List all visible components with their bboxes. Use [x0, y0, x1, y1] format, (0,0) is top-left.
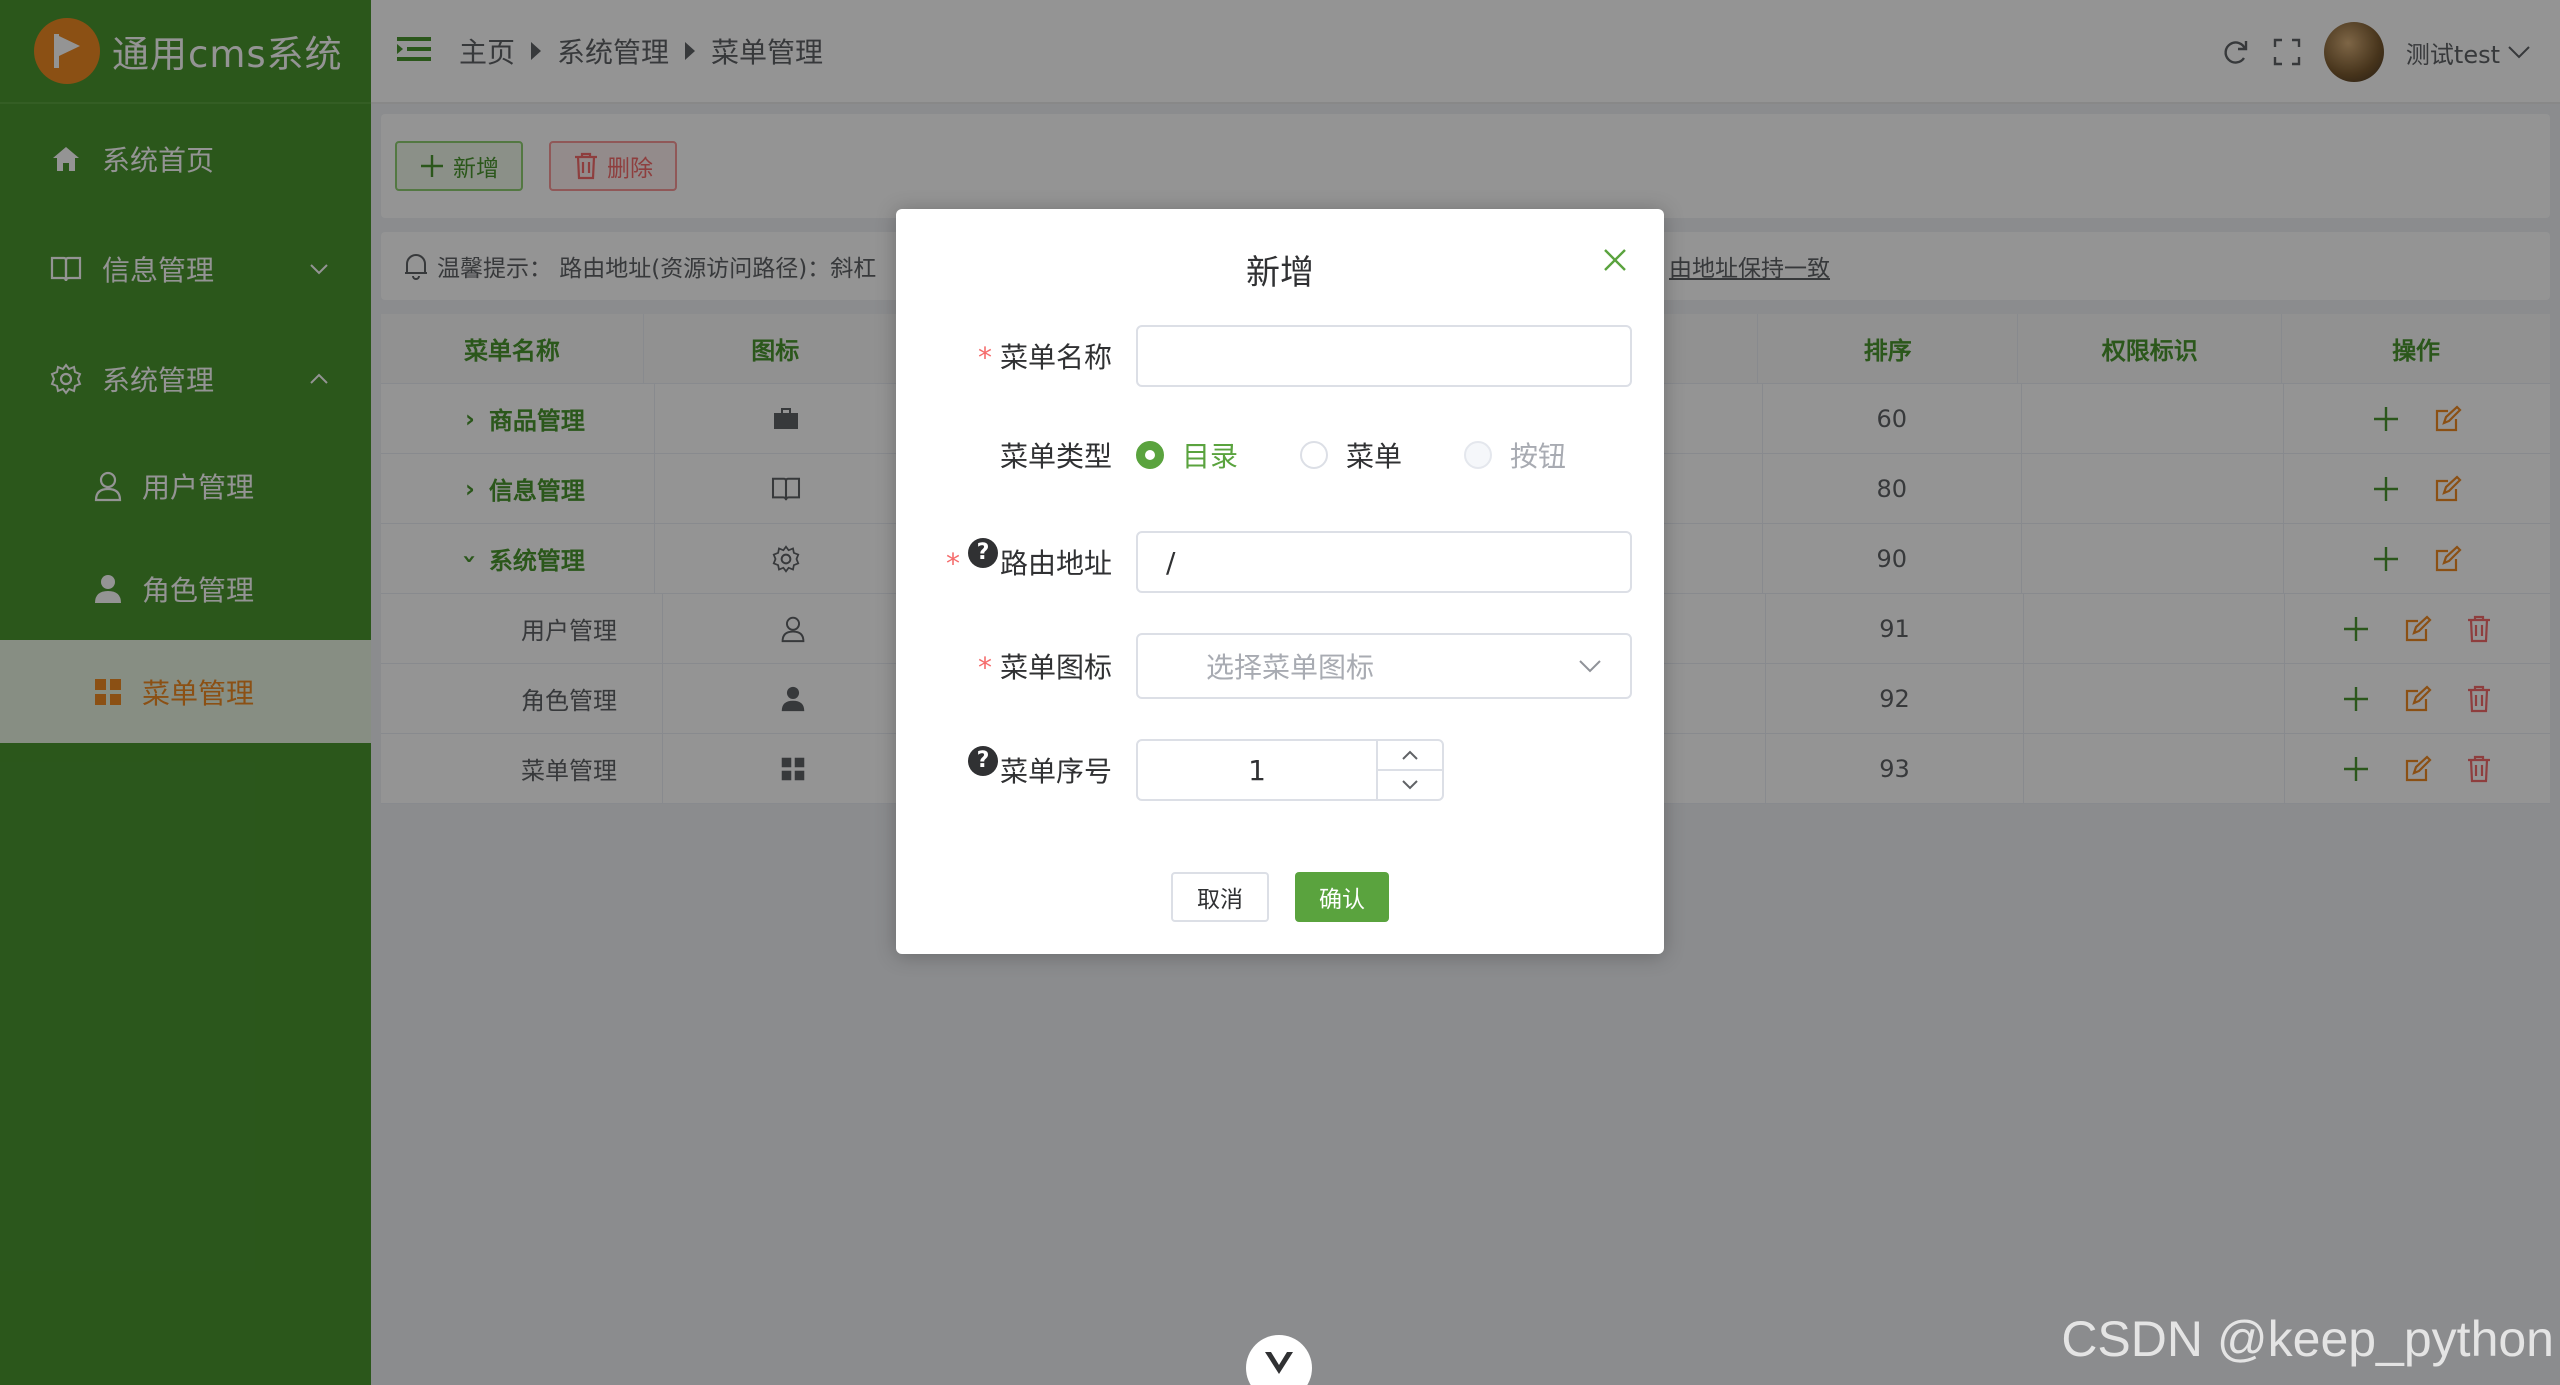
watermark: CSDN @keep_python [2061, 1311, 2554, 1367]
increment-icon[interactable] [1378, 741, 1442, 771]
stepper-controls [1376, 741, 1442, 799]
field-label-text: 菜单序号 [999, 755, 1112, 788]
field-label: *? 路由地址 [896, 537, 1136, 582]
field-label: ? 菜单序号 [896, 745, 1136, 790]
menu-type-radio-group: 目录 菜单 按钮 [1136, 435, 1628, 475]
chevron-down-icon [1579, 660, 1601, 673]
dialog-title: 新增 [1246, 253, 1314, 293]
field-label-text: 路由地址 [999, 547, 1112, 580]
form-row-name: * 菜单名称 [896, 325, 1664, 387]
add-menu-dialog: 新增 * 菜单名称 菜单类型 目录 菜单 按钮 *? 路由地址 / * 菜单图标 选择… [896, 209, 1664, 954]
required-mark: * [977, 341, 992, 374]
help-icon[interactable]: ? [967, 745, 998, 776]
radio-menu[interactable]: 菜单 [1300, 435, 1402, 475]
cancel-button[interactable]: 取消 [1171, 872, 1269, 922]
route-path-input[interactable]: / [1136, 531, 1632, 593]
help-icon[interactable]: ? [967, 537, 998, 568]
decrement-icon[interactable] [1378, 771, 1442, 799]
radio-label: 菜单 [1346, 440, 1403, 473]
field-label: * 菜单名称 [896, 336, 1136, 376]
select-placeholder: 选择菜单图标 [1206, 651, 1375, 684]
radio-dot [1464, 441, 1493, 469]
dialog-footer: 取消 确认 [896, 872, 1664, 922]
menu-icon-select[interactable]: 选择菜单图标 [1136, 633, 1632, 699]
required-mark: * [945, 547, 960, 580]
field-label-text: 菜单图标 [999, 651, 1112, 684]
form-row-order: ? 菜单序号 1 [896, 739, 1664, 801]
required-mark: * [977, 651, 992, 684]
field-label-text: 菜单名称 [999, 341, 1112, 374]
menu-order-stepper[interactable]: 1 [1136, 739, 1444, 801]
radio-dot [1300, 441, 1329, 469]
form-row-path: *? 路由地址 / [896, 531, 1664, 593]
radio-directory[interactable]: 目录 [1136, 435, 1238, 475]
stepper-value[interactable]: 1 [1138, 741, 1376, 799]
radio-dot [1136, 441, 1164, 469]
menu-name-input[interactable] [1136, 325, 1632, 387]
confirm-button[interactable]: 确认 [1295, 872, 1389, 922]
form-row-icon: * 菜单图标 选择菜单图标 [896, 633, 1664, 699]
field-label: 菜单类型 [999, 440, 1112, 473]
field-label: * 菜单图标 [896, 646, 1136, 686]
radio-label: 目录 [1182, 440, 1239, 473]
radio-button: 按钮 [1464, 435, 1566, 475]
close-icon[interactable] [1600, 245, 1630, 275]
radio-label: 按钮 [1510, 440, 1567, 473]
form-row-type: 菜单类型 目录 菜单 按钮 [896, 435, 1664, 475]
